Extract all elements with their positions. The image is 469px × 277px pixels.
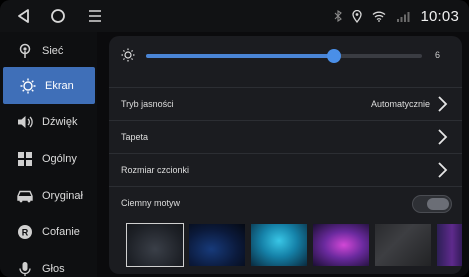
grid-icon <box>16 150 34 168</box>
wallpaper-thumbnail[interactable] <box>251 224 307 266</box>
wallpaper-thumbnail[interactable] <box>313 224 369 266</box>
brightness-mode-row[interactable]: Tryb jasności Automatycznie <box>109 87 462 119</box>
wifi-icon <box>372 11 386 22</box>
brightness-value: 6 <box>435 50 441 60</box>
sidebar-item-label: Dźwięk <box>42 115 78 128</box>
brightness-slider-fill <box>146 54 334 58</box>
signal-icon <box>396 11 410 22</box>
sidebar-item-label: Ogólny <box>42 152 77 165</box>
sidebar-item-general[interactable]: Ogólny <box>0 140 97 177</box>
font-size-row[interactable]: Rozmiar czcionki <box>109 153 462 185</box>
bluetooth-icon <box>334 10 343 22</box>
wallpaper-thumbnail[interactable] <box>437 224 462 266</box>
chevron-right-icon <box>438 129 448 145</box>
chevron-right-icon <box>438 96 448 112</box>
sidebar-item-label: Cofanie <box>42 225 80 238</box>
brightness-icon <box>19 77 37 95</box>
clock: 10:03 <box>420 7 459 25</box>
sidebar-item-network[interactable]: Sieć <box>0 32 97 69</box>
wallpaper-thumbnail[interactable] <box>375 224 431 266</box>
network-icon <box>16 42 34 60</box>
brightness-row: 6 <box>109 36 462 82</box>
sidebar-item-label: Ekran <box>45 79 74 92</box>
sidebar-item-display[interactable]: Ekran <box>3 67 95 104</box>
display-settings-panel: 6 Tryb jasności Automatycznie Tapeta Roz… <box>109 36 462 274</box>
brightness-mode-value: Automatycznie <box>370 99 430 109</box>
sidebar-item-reverse[interactable]: R Cofanie <box>0 213 97 250</box>
settings-sidebar: Sieć Ekran Dźwięk Ogólny Oryginał R Cofa… <box>0 32 97 277</box>
sidebar-item-original[interactable]: Oryginał <box>0 177 97 214</box>
sidebar-item-label: Oryginał <box>42 189 83 202</box>
dark-theme-label: Ciemny motyw <box>121 198 181 208</box>
wallpaper-thumbnail[interactable] <box>189 224 245 266</box>
brightness-slider[interactable] <box>146 49 422 63</box>
home-icon[interactable] <box>48 7 68 25</box>
status-icons: 10:03 <box>334 6 459 26</box>
font-size-label: Rozmiar czcionki <box>121 165 190 175</box>
reverse-icon: R <box>16 223 34 241</box>
back-icon[interactable] <box>14 7 32 25</box>
sidebar-item-label: Sieć <box>42 44 64 57</box>
sidebar-item-sound[interactable]: Dźwięk <box>0 103 97 140</box>
dark-theme-toggle[interactable] <box>412 195 452 213</box>
status-bar: 10:03 <box>0 0 469 32</box>
wallpaper-label: Tapeta <box>121 132 149 142</box>
svg-text:R: R <box>22 227 29 237</box>
sidebar-item-voice[interactable]: Głos <box>0 250 97 277</box>
brightness-mode-label: Tryb jasności <box>121 99 174 109</box>
wallpaper-row[interactable]: Tapeta <box>109 120 462 152</box>
speaker-icon <box>16 113 34 131</box>
wallpaper-thumbnail[interactable] <box>126 223 184 267</box>
menu-icon[interactable] <box>86 7 104 25</box>
settings-screen: 10:03 Sieć Ekran Dźwięk Ogólny Oryginał … <box>0 0 469 277</box>
toggle-knob <box>427 198 449 210</box>
chevron-right-icon <box>438 162 448 178</box>
microphone-icon <box>16 260 34 277</box>
sidebar-item-label: Głos <box>42 262 65 275</box>
car-icon <box>16 187 34 205</box>
brightness-slider-handle[interactable] <box>326 49 341 63</box>
location-icon <box>352 9 363 23</box>
brightness-icon <box>121 48 135 62</box>
wallpaper-thumbnails <box>126 223 462 267</box>
dark-theme-row: Ciemny motyw <box>109 186 462 218</box>
